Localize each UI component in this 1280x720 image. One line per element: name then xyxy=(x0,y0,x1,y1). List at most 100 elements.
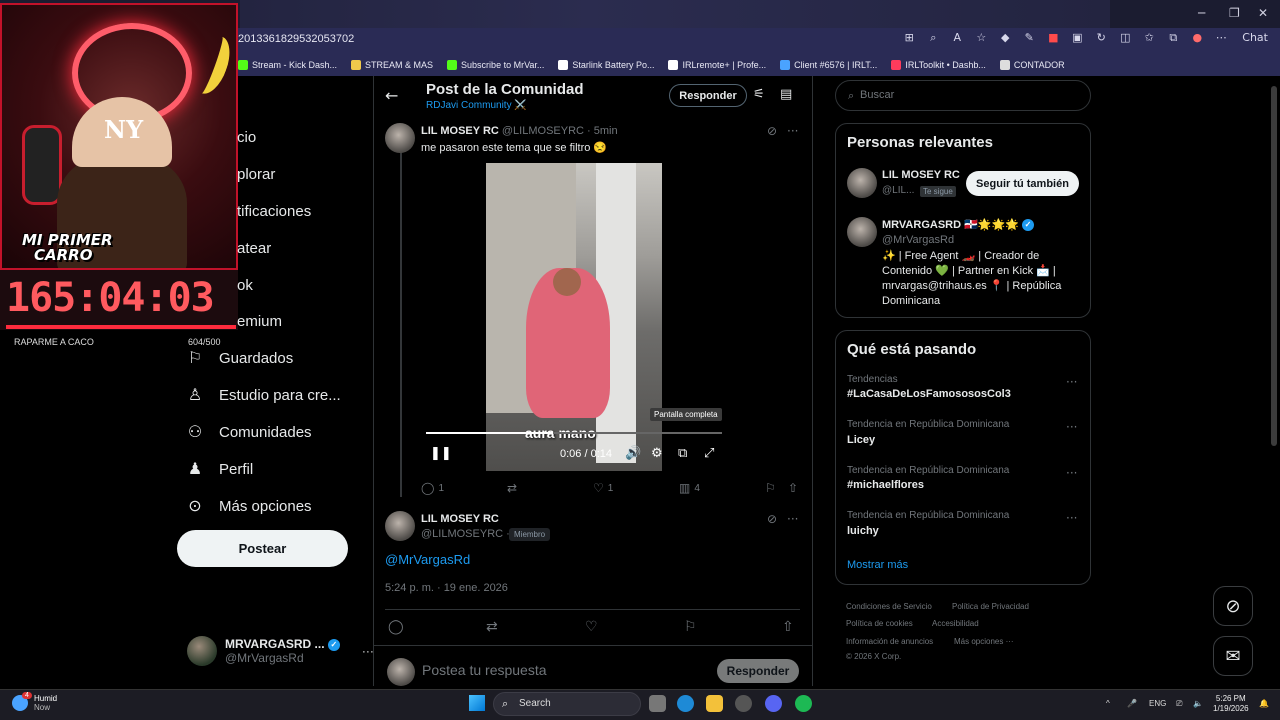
person-handle[interactable]: @MrVargasRd xyxy=(882,234,954,246)
discord-icon[interactable] xyxy=(765,695,782,712)
language-indicator[interactable]: ENG xyxy=(1149,699,1166,708)
follow-back-button[interactable]: Seguir tú también xyxy=(966,171,1079,196)
tweet-more-icon[interactable]: ··· xyxy=(787,124,798,138)
avatar[interactable] xyxy=(847,217,877,247)
close-icon[interactable]: ✕ xyxy=(1258,6,1268,20)
views-action[interactable]: ▥ 4 xyxy=(679,481,700,495)
video-progress-bar[interactable] xyxy=(426,432,722,434)
trend-name[interactable]: #michaelflores xyxy=(847,479,924,491)
bookmark-item[interactable]: STREAM & MAS xyxy=(351,59,433,70)
footer-link[interactable]: Política de cookies xyxy=(846,619,913,628)
more-menu-icon[interactable]: ⋯ xyxy=(1214,31,1228,45)
tweet-author-name[interactable]: LIL MOSEY RC xyxy=(421,513,499,525)
refresh-extension-icon[interactable]: ↻ xyxy=(1094,31,1108,45)
messages-fab-icon[interactable]: ✉ xyxy=(1213,636,1253,676)
show-more-link[interactable]: Mostrar más xyxy=(847,559,908,571)
video-player[interactable]: aura mano Pantalla completa ❚❚ 0:06 / 0:… xyxy=(420,163,728,471)
scrollbar-thumb[interactable] xyxy=(1271,86,1277,446)
profile-avatar-icon[interactable]: ● xyxy=(1190,31,1204,45)
reply-action[interactable]: ◯ 1 xyxy=(421,481,444,495)
bookmark-item[interactable]: Subscribe to MrVar... xyxy=(447,59,544,70)
maximize-icon[interactable]: ❐ xyxy=(1229,6,1240,20)
community-link[interactable]: RDJavi Community ⚔️ xyxy=(426,100,527,111)
settings-gear-icon[interactable]: ⚙ xyxy=(651,446,663,461)
footer-link[interactable]: Condiciones de Servicio xyxy=(846,602,932,611)
tweet-author-handle[interactable]: @LILMOSEYRC · xyxy=(421,528,510,540)
tweet-more-icon[interactable]: ··· xyxy=(787,512,798,526)
trend-more-icon[interactable]: ··· xyxy=(1066,375,1077,389)
network-icon[interactable]: ⎚ xyxy=(1176,699,1182,709)
retweet-action[interactable]: ⇄ xyxy=(507,481,521,495)
edge-browser-icon[interactable] xyxy=(677,695,694,712)
person-handle[interactable]: @LIL... xyxy=(882,185,914,196)
obs-icon[interactable] xyxy=(735,695,752,712)
weather-widget[interactable]: Humid Now 4 xyxy=(12,692,57,712)
tray-chevron-icon[interactable]: ^ xyxy=(1106,699,1110,708)
bookmark-item[interactable]: IRLremote+ | Profe... xyxy=(668,59,766,70)
bookmark-item[interactable]: Client #6576 | IRLT... xyxy=(780,59,877,70)
like-action[interactable]: ♡ xyxy=(585,619,598,635)
bookmark-action[interactable]: ⚐ xyxy=(684,619,697,635)
minimize-icon[interactable]: ─ xyxy=(1198,6,1205,20)
bookmark-item[interactable]: Stream - Kick Dash... xyxy=(238,59,337,70)
nav-item-estudio[interactable]: ♙ Estudio para cre... xyxy=(185,385,341,405)
share-action[interactable]: ⇧ xyxy=(782,619,794,635)
volume-icon[interactable]: 🔊 xyxy=(625,446,641,461)
tweet-author[interactable]: LIL MOSEY RC @LILMOSEYRC · 5min xyxy=(421,125,618,137)
avatar[interactable] xyxy=(385,511,415,541)
tweet-timestamp[interactable]: 5:24 p. m. · 19 ene. 2026 xyxy=(385,582,508,594)
pause-icon[interactable]: ❚❚ xyxy=(430,446,452,461)
collections-icon[interactable]: ⧉ xyxy=(1166,31,1180,45)
nav-item-mas-opciones[interactable]: ⊙ Más opciones xyxy=(185,496,311,516)
microphone-icon[interactable]: 🎤 xyxy=(1127,699,1137,708)
nav-item-grok[interactable]: ok xyxy=(237,277,253,294)
reply-action[interactable]: ◯ xyxy=(388,619,404,635)
retweet-action[interactable]: ⇄ xyxy=(486,619,498,635)
bookmark-item[interactable]: IRLToolkit • Dashb... xyxy=(891,59,986,70)
post-button[interactable]: Postear xyxy=(177,530,348,567)
extension-box-icon[interactable]: ▣ xyxy=(1070,31,1084,45)
footer-link[interactable]: Más opciones ··· xyxy=(954,637,1014,646)
share-action[interactable]: ⇧ xyxy=(788,481,798,495)
favorites-icon[interactable]: ✩ xyxy=(1142,31,1156,45)
tab-strip[interactable] xyxy=(240,0,1110,28)
avatar[interactable] xyxy=(385,123,415,153)
zoom-icon[interactable]: ⌕ xyxy=(926,31,940,45)
nav-item-chatear[interactable]: atear xyxy=(237,240,271,257)
reader-view-icon[interactable]: ▤ xyxy=(780,87,792,102)
trend-name[interactable]: luichy xyxy=(847,525,879,537)
spotify-icon[interactable] xyxy=(795,695,812,712)
extension-diamond-icon[interactable]: ◆ xyxy=(998,31,1012,45)
url-text[interactable]: 2013361829532053702 xyxy=(238,33,354,45)
back-arrow-icon[interactable]: ← xyxy=(385,86,398,105)
nav-item-inicio[interactable]: cio xyxy=(237,129,256,146)
filter-sliders-icon[interactable]: ⚟ xyxy=(753,87,765,102)
mention-link[interactable]: @MrVargasRd xyxy=(385,552,470,567)
trend-more-icon[interactable]: ··· xyxy=(1066,420,1077,434)
trend-more-icon[interactable]: ··· xyxy=(1066,511,1077,525)
file-explorer-icon[interactable] xyxy=(706,695,723,712)
trend-name[interactable]: Licey xyxy=(847,434,875,446)
taskbar-search[interactable]: ⌕ Search xyxy=(493,692,641,716)
grok-icon[interactable]: ⊘ xyxy=(767,512,777,526)
nav-item-guardados[interactable]: ⚐ Guardados xyxy=(185,348,293,368)
split-screen-icon[interactable]: ◫ xyxy=(1118,31,1132,45)
scrollbar[interactable] xyxy=(1270,76,1278,686)
footer-link[interactable]: Política de Privacidad xyxy=(952,602,1029,611)
bookmark-item[interactable]: CONTADOR xyxy=(999,59,1065,70)
volume-icon[interactable]: 🔈 xyxy=(1193,699,1203,708)
reply-input[interactable]: Postea tu respuesta xyxy=(422,662,547,678)
avatar[interactable] xyxy=(847,168,877,198)
account-switcher[interactable]: MRVARGASRD ... ✓ @MrVargasRd ··· xyxy=(187,636,374,666)
nav-item-explorar[interactable]: plorar xyxy=(237,166,275,183)
read-aloud-icon[interactable]: A xyxy=(950,31,964,45)
footer-link[interactable]: Accesibilidad xyxy=(932,619,979,628)
taskbar-clock[interactable]: 5:26 PM 1/19/2026 xyxy=(1213,694,1249,714)
copilot-chat-button[interactable]: Chat xyxy=(1238,31,1272,45)
grok-icon[interactable]: ⊘ xyxy=(767,124,777,138)
extension-pen-icon[interactable]: ✎ xyxy=(1022,31,1036,45)
grok-fab-icon[interactable]: ⊘ xyxy=(1213,586,1253,626)
search-input[interactable]: ⌕ Buscar xyxy=(835,80,1091,111)
trend-more-icon[interactable]: ··· xyxy=(1066,466,1077,480)
person-name[interactable]: MRVARGASRD 🇩🇴🌟🌟🌟 ✓ xyxy=(882,218,1034,232)
